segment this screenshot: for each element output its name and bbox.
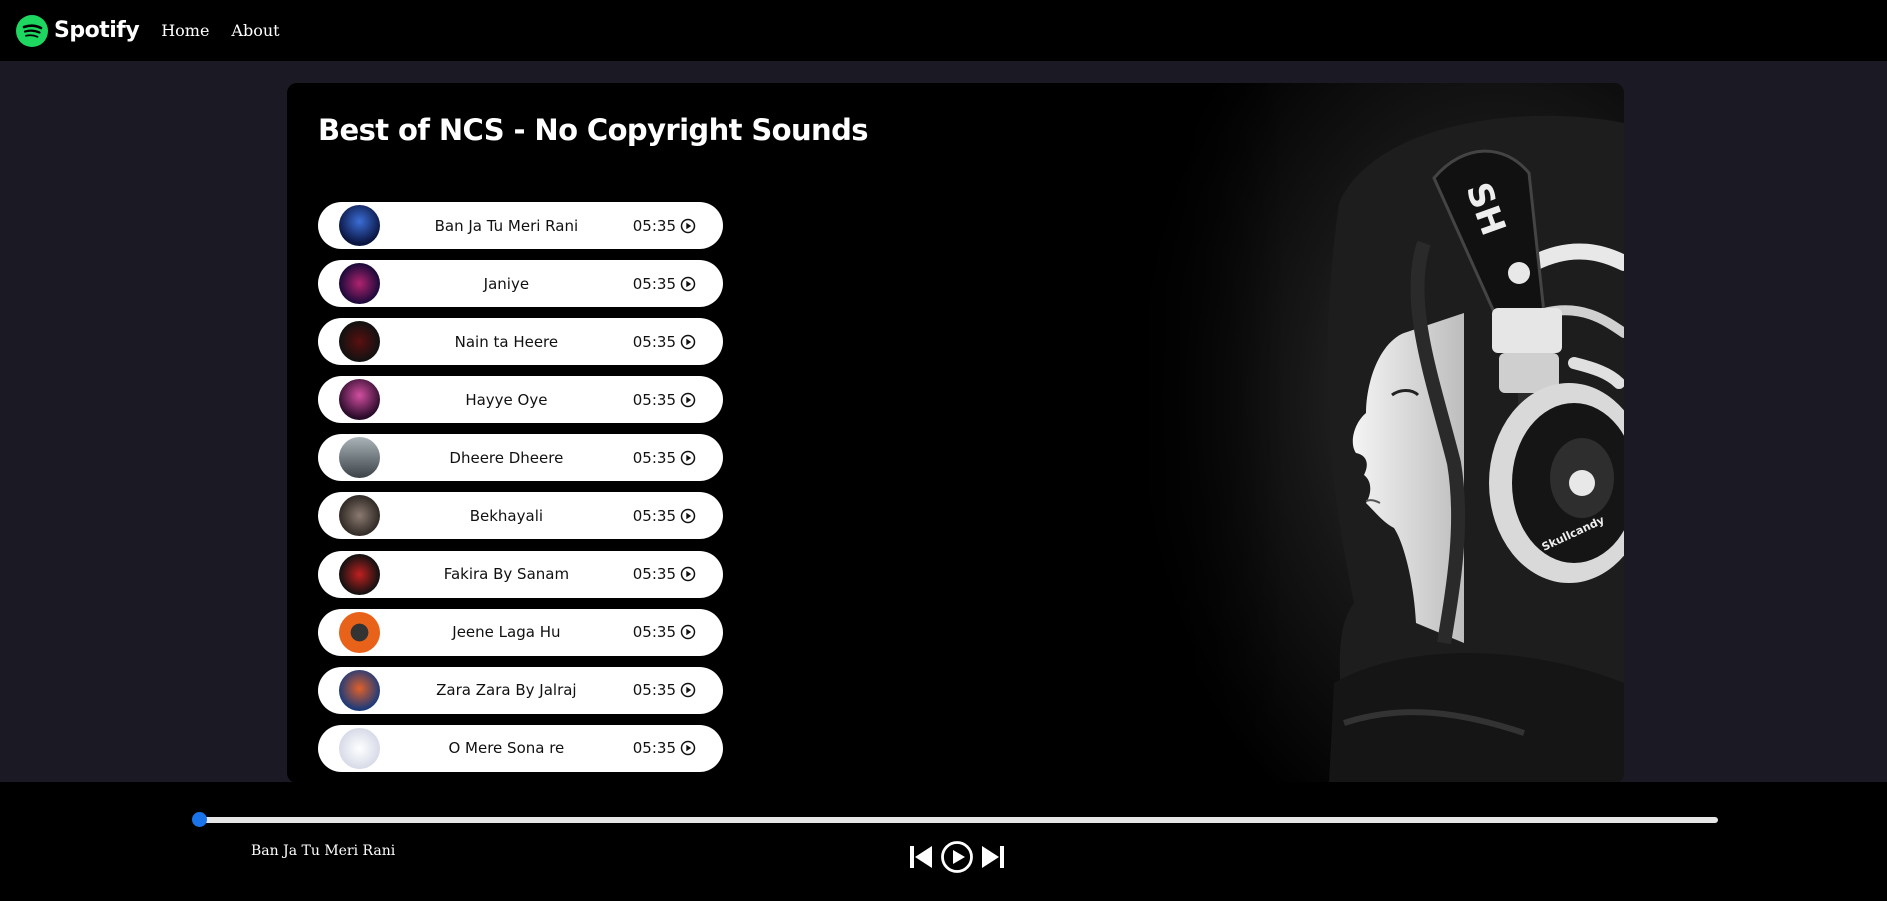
song-cover-image <box>339 553 380 595</box>
song-duration-text: 05:35 <box>632 739 676 758</box>
song-item[interactable]: Jeene Laga Hu 05:35 <box>318 608 723 656</box>
page-title: Best of NCS - No Copyright Sounds <box>318 113 869 147</box>
song-cover-image <box>339 437 380 479</box>
song-name: Fakira By Sanam <box>443 565 570 584</box>
song-duration-text: 05:35 <box>632 216 676 235</box>
song-item[interactable]: Ban Ja Tu Meri Rani 05:35 <box>318 202 723 249</box>
song-name: Jeene Laga Hu <box>452 623 561 642</box>
brand[interactable]: Spotify <box>16 14 140 47</box>
song-duration-text: 05:35 <box>632 332 676 351</box>
play-circle-icon[interactable] <box>680 276 696 292</box>
song-duration: 05:35 <box>633 217 696 235</box>
song-duration-text: 05:35 <box>632 681 676 700</box>
playlist-card: Best of NCS - No Copyright Sounds Ban Ja… <box>287 83 1624 783</box>
song-duration: 05:35 <box>633 739 696 757</box>
song-name: Hayye Oye <box>465 390 548 409</box>
song-item[interactable]: Fakira By Sanam 05:35 <box>318 550 723 598</box>
song-duration-text: 05:35 <box>632 565 676 584</box>
song-cover-image <box>339 611 380 653</box>
song-cover-image <box>339 205 380 246</box>
song-duration: 05:35 <box>633 449 696 467</box>
song-cover-image <box>339 321 380 363</box>
playback-controls <box>908 840 1006 874</box>
song-duration: 05:35 <box>633 565 696 583</box>
song-name: Nain ta Heere <box>454 332 559 351</box>
song-duration-text: 05:35 <box>632 448 676 467</box>
progress-bar[interactable] <box>198 817 1718 823</box>
song-list: Ban Ja Tu Meri Rani 05:35 Janiye 05:35 Nain … <box>318 202 723 783</box>
song-duration: 05:35 <box>633 681 696 699</box>
song-duration: 05:35 <box>633 391 696 409</box>
hero-image: SH Skullcandy <box>1104 83 1624 783</box>
song-name: Zara Zara By Jalraj <box>436 681 577 700</box>
nav-link-home[interactable]: Home <box>161 21 209 40</box>
play-circle-icon[interactable] <box>680 450 696 466</box>
song-duration-text: 05:35 <box>632 274 676 293</box>
song-duration-text: 05:35 <box>632 390 676 409</box>
song-item[interactable]: Dheere Dheere 05:35 <box>318 434 723 482</box>
song-cover-image <box>339 263 380 305</box>
play-circle-icon[interactable] <box>680 624 696 640</box>
song-item[interactable]: Nain ta Heere 05:35 <box>318 318 723 366</box>
song-cover-image <box>339 379 380 421</box>
song-name: Dheere Dheere <box>449 448 564 467</box>
spotify-logo-icon <box>16 14 48 47</box>
song-duration-text: 05:35 <box>632 623 676 642</box>
now-playing-title: Ban Ja Tu Meri Rani <box>251 843 396 859</box>
song-duration: 05:35 <box>633 333 696 351</box>
progress-thumb[interactable] <box>192 812 207 827</box>
song-name: O Mere Sona re <box>448 739 565 758</box>
song-cover-image <box>339 669 380 711</box>
next-track-icon[interactable] <box>980 843 1006 871</box>
navbar: Spotify Home About <box>0 0 1887 61</box>
song-name: Bekhayali <box>469 506 544 525</box>
song-item[interactable]: Zara Zara By Jalraj 05:35 <box>318 666 723 714</box>
song-item[interactable]: Janiye 05:35 <box>318 260 723 308</box>
song-item[interactable]: O Mere Sona re 05:35 <box>318 724 723 772</box>
song-name: Ban Ja Tu Meri Rani <box>434 216 579 235</box>
play-circle-icon[interactable] <box>680 218 696 234</box>
song-cover-image <box>339 727 380 769</box>
song-item[interactable]: Hayye Oye 05:35 <box>318 376 723 424</box>
previous-track-icon[interactable] <box>908 843 934 871</box>
song-item[interactable]: Bekhayali 05:35 <box>318 492 723 540</box>
play-circle-icon[interactable] <box>680 566 696 582</box>
brand-name: Spotify <box>54 18 140 43</box>
play-circle-icon[interactable] <box>680 740 696 756</box>
nav-link-about[interactable]: About <box>231 21 279 40</box>
song-name: Janiye <box>483 274 530 293</box>
play-circle-icon[interactable] <box>680 682 696 698</box>
play-circle-icon[interactable] <box>680 392 696 408</box>
song-duration: 05:35 <box>633 623 696 641</box>
song-cover-image <box>339 495 380 537</box>
song-duration-text: 05:35 <box>632 506 676 525</box>
song-duration: 05:35 <box>633 275 696 293</box>
play-circle-icon[interactable] <box>680 508 696 524</box>
play-circle-icon[interactable] <box>680 334 696 350</box>
song-duration: 05:35 <box>633 507 696 525</box>
play-button-icon[interactable] <box>940 840 974 874</box>
